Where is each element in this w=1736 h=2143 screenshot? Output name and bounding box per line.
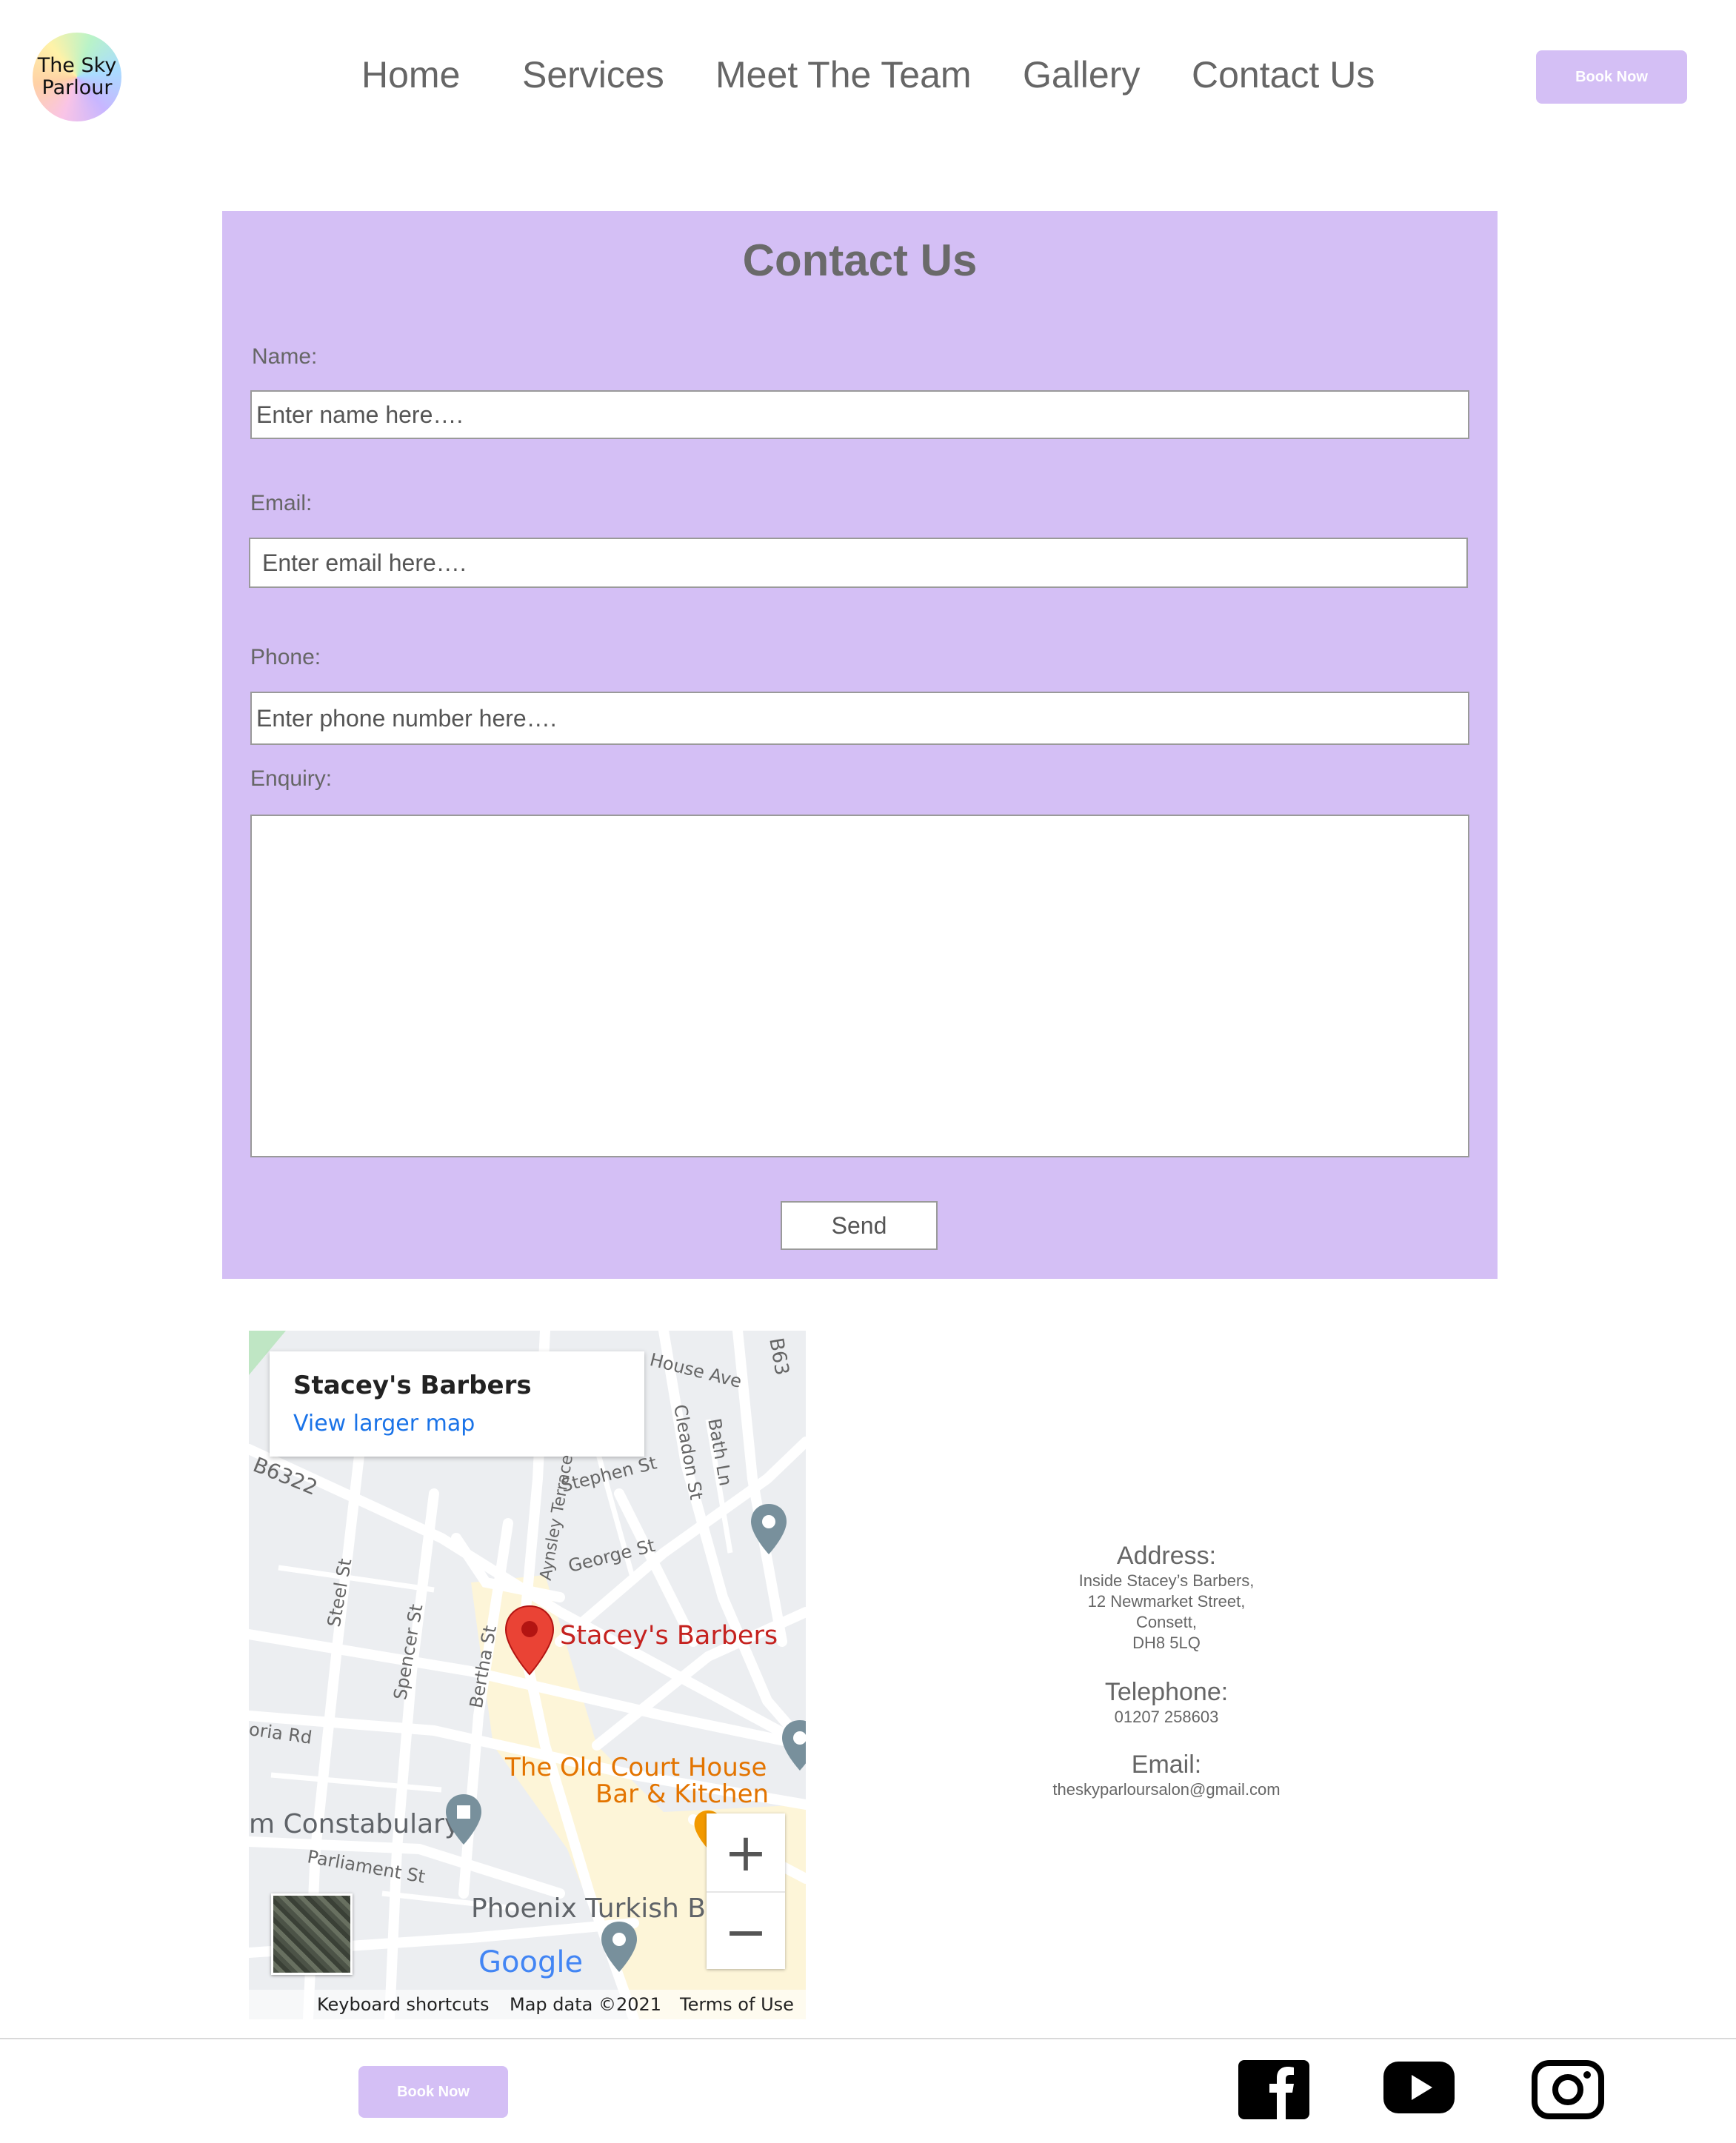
footer-divider (0, 2038, 1736, 2039)
enquiry-textarea[interactable] (250, 815, 1469, 1157)
telephone-value[interactable]: 01207 258603 (963, 1707, 1370, 1728)
email-value[interactable]: theskyparloursalon@gmail.com (963, 1779, 1370, 1800)
nav-gallery[interactable]: Gallery (1023, 53, 1140, 96)
name-label: Name: (252, 344, 318, 369)
poi-marker-icon (601, 1922, 637, 1972)
satellite-toggle[interactable] (271, 1893, 353, 1975)
form-title: Contact Us (742, 235, 978, 285)
map-data-text: Map data ©2021 (510, 1994, 662, 2015)
address-block: Address: Inside Stacey’s Barbers, 12 New… (963, 1542, 1370, 1654)
nav-home[interactable]: Home (361, 53, 460, 96)
terms-link[interactable]: Terms of Use (680, 1994, 794, 2015)
instagram-icon[interactable] (1532, 2060, 1604, 2119)
zoom-controls: + − (707, 1813, 785, 1969)
keyboard-shortcuts-link[interactable]: Keyboard shortcuts (317, 1994, 489, 2015)
map-attribution: Keyboard shortcuts Map data ©2021 Terms … (249, 1990, 806, 2019)
place-card: Stacey's Barbers View larger map (270, 1351, 644, 1457)
facebook-icon[interactable] (1238, 2060, 1309, 2119)
phone-input[interactable] (250, 692, 1469, 745)
address-line: 12 Newmarket Street, (1087, 1592, 1246, 1611)
name-input[interactable] (250, 390, 1469, 439)
telephone-block: Telephone: 01207 258603 (963, 1678, 1370, 1728)
nav-contact-us[interactable]: Contact Us (1192, 53, 1375, 96)
book-now-button[interactable]: Book Now (1536, 50, 1687, 104)
nav-meet-the-team[interactable]: Meet The Team (715, 53, 972, 96)
address-label: Address: (1116, 1542, 1217, 1570)
address-line: Inside Stacey’s Barbers, (1078, 1571, 1255, 1590)
zoom-out-button[interactable]: − (707, 1893, 785, 1970)
logo[interactable]: The Sky Parlour (33, 33, 121, 121)
email-input[interactable] (249, 538, 1468, 588)
poi-old-court-house-line2: Bar & Kitchen (595, 1779, 769, 1809)
enquiry-label: Enquiry: (250, 766, 333, 791)
poi-phoenix-turkish: Phoenix Turkish Ba (471, 1893, 723, 1924)
poi-constabulary: m Constabulary (249, 1809, 461, 1839)
send-button[interactable]: Send (781, 1201, 938, 1250)
pin-label: Stacey's Barbers (560, 1621, 778, 1651)
nav-services[interactable]: Services (522, 53, 664, 96)
logo-line-2: Parlour (41, 76, 113, 99)
email-label: Email: (250, 491, 313, 515)
footer-book-now-button[interactable]: Book Now (358, 2066, 508, 2118)
telephone-label: Telephone: (1104, 1678, 1229, 1706)
google-logo: Google (478, 1945, 584, 1979)
map-embed[interactable]: Stacey's Barbers View larger map House A… (249, 1331, 806, 2019)
logo-line-1: The Sky (37, 54, 117, 77)
poi-marker-icon (782, 1720, 806, 1771)
phone-label: Phone: (250, 645, 321, 669)
address-line: Consett, (1136, 1613, 1197, 1631)
police-marker-icon (446, 1794, 481, 1845)
larger-map-link[interactable]: View larger map (293, 1411, 475, 1437)
map-pin-icon[interactable] (504, 1605, 555, 1676)
youtube-icon[interactable] (1383, 2060, 1455, 2115)
zoom-in-button[interactable]: + (707, 1813, 785, 1893)
poi-old-court-house: The Old Court House (505, 1753, 767, 1782)
email-label: Email: (1131, 1751, 1202, 1779)
poi-marker-icon (751, 1504, 787, 1554)
contact-form-panel: Contact Us Name: Email: Phone: Enquiry: … (222, 211, 1498, 1279)
email-block: Email: theskyparloursalon@gmail.com (963, 1751, 1370, 1800)
address-line: DH8 5LQ (1132, 1634, 1201, 1652)
place-title: Stacey's Barbers (293, 1371, 532, 1400)
